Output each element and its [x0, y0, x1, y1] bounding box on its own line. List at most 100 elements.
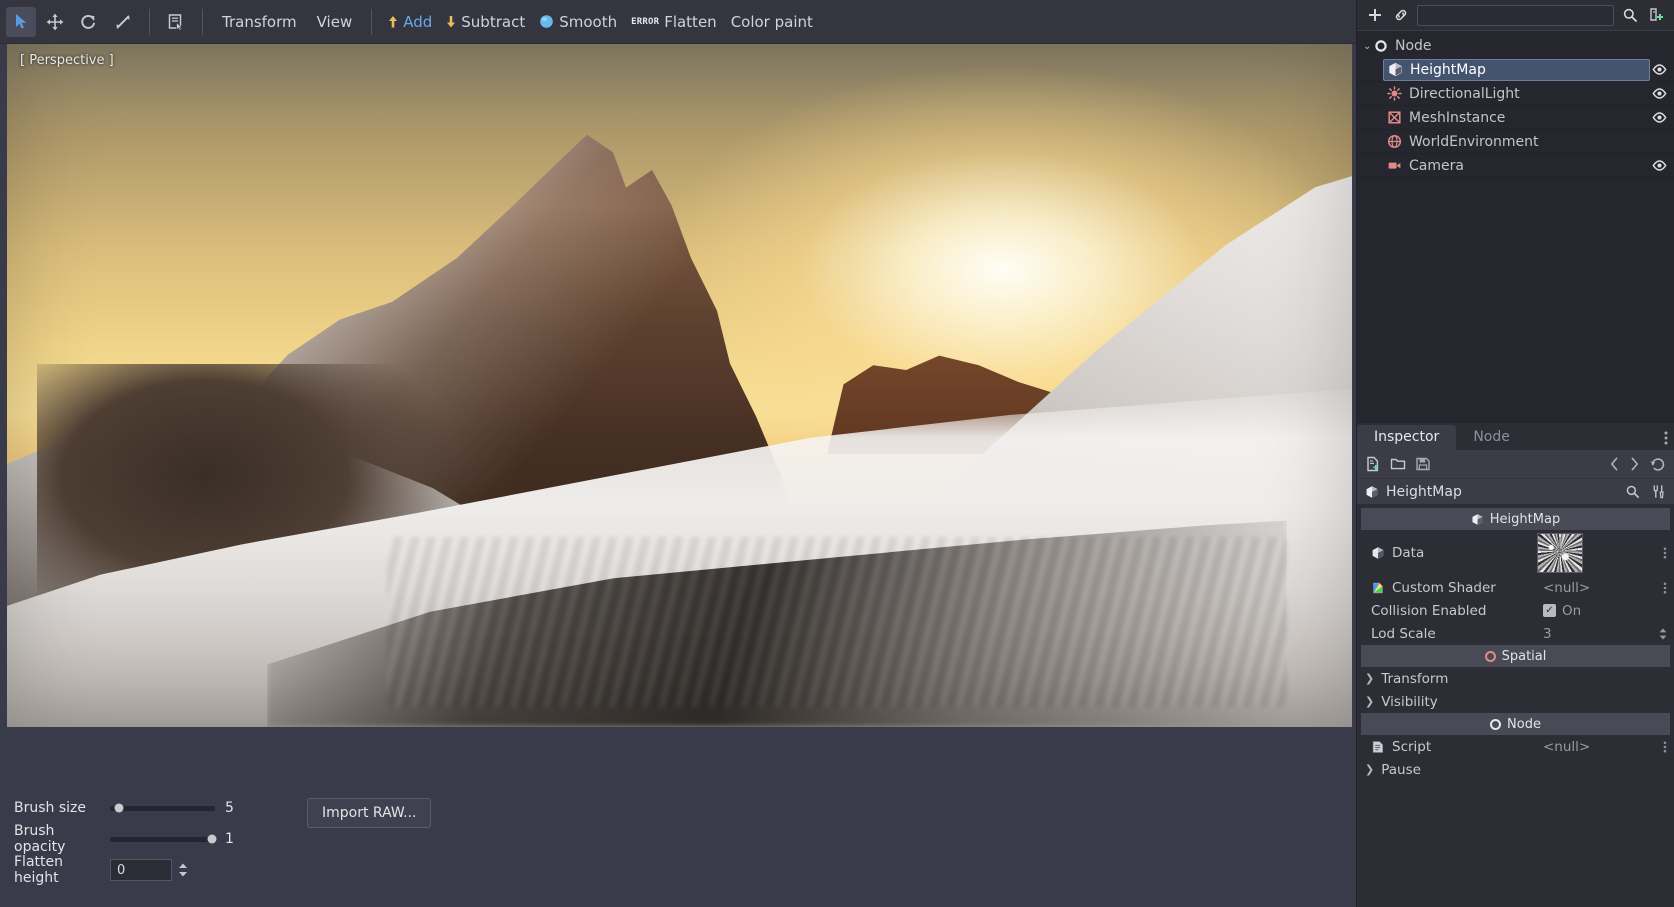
property-menu-custom-shader-icon[interactable] [1663, 582, 1667, 594]
menu-view[interactable]: View [307, 8, 363, 36]
tree-row-heightmap[interactable]: HeightMap [1357, 58, 1674, 82]
brush-mode-add[interactable]: Add [381, 8, 439, 36]
tab-inspector[interactable]: Inspector [1357, 425, 1457, 450]
toolbar-divider-2 [202, 8, 203, 35]
visibility-toggle-directionallight[interactable] [1650, 87, 1668, 100]
menu-transform[interactable]: Transform [212, 8, 307, 36]
spatial-cube-icon [1388, 62, 1403, 77]
flatten-height-stepper[interactable] [110, 859, 189, 881]
scene-filter-input[interactable] [1417, 4, 1614, 26]
fold-row-pause[interactable]: ❯ Pause [1357, 758, 1674, 781]
property-value-lod-scale[interactable]: 3 [1543, 626, 1552, 642]
spatial-circle-icon [1484, 650, 1496, 662]
search-icon[interactable] [1620, 5, 1640, 25]
import-raw-button[interactable]: Import RAW... [307, 798, 432, 828]
chevron-down-icon[interactable]: ⌄ [1363, 41, 1374, 52]
main-editor-column: Transform View Add Subtract Smooth ERROR… [0, 0, 1356, 907]
fold-row-transform[interactable]: ❯ Transform [1357, 667, 1674, 690]
tree-row-meshinstance-label: MeshInstance [1409, 109, 1506, 126]
viewport-vignette [7, 44, 1352, 727]
node-circle-icon [1490, 718, 1502, 730]
select-tool[interactable] [6, 6, 36, 37]
brush-opacity-slider[interactable] [110, 834, 217, 844]
history-revert-icon[interactable] [1650, 457, 1666, 472]
history-prev-icon[interactable] [1610, 457, 1619, 471]
list-select-icon[interactable] [161, 7, 191, 37]
visibility-toggle-camera[interactable] [1650, 159, 1668, 172]
chevron-right-icon[interactable]: ❯ [1365, 763, 1374, 776]
spinner-arrows-icon[interactable] [177, 862, 189, 878]
save-resource-icon[interactable] [1415, 456, 1431, 472]
brush-opacity-slider-knob[interactable] [207, 834, 217, 844]
tree-row-meshinstance[interactable]: MeshInstance [1357, 106, 1674, 130]
brush-mode-subtract-label: Subtract [461, 12, 526, 31]
vertical-dots-icon[interactable] [1664, 431, 1668, 445]
collision-enabled-checkbox[interactable]: ✓ [1543, 604, 1556, 617]
3d-viewport[interactable]: [ Perspective ] [7, 44, 1352, 727]
inspector-category-heightmap-label: HeightMap [1489, 511, 1561, 527]
viewport-container: [ Perspective ] [0, 44, 1356, 783]
brush-size-slider-knob[interactable] [114, 803, 124, 813]
chevron-right-icon[interactable]: ❯ [1365, 672, 1374, 685]
history-next-icon[interactable] [1630, 457, 1639, 471]
property-label-lod-scale: Lod Scale [1371, 625, 1436, 642]
fold-row-visibility[interactable]: ❯ Visibility [1357, 690, 1674, 713]
property-row-lod-scale[interactable]: Lod Scale 3 [1357, 622, 1674, 645]
brush-mode-flatten-label: Flatten [664, 12, 717, 31]
scale-tool[interactable] [108, 7, 138, 37]
brush-settings-rows: Brush size 5 Brush opacity 1 Flatten hei… [14, 797, 239, 907]
brush-mode-flatten[interactable]: ERROR Flatten [624, 8, 724, 36]
heightmap-data-thumbnail[interactable] [1537, 533, 1583, 573]
brush-size-row: Brush size 5 [14, 797, 239, 819]
brush-mode-smooth[interactable]: Smooth [532, 8, 624, 36]
flatten-height-input[interactable] [110, 859, 172, 881]
brush-opacity-value: 1 [225, 831, 234, 847]
tree-row-directionallight[interactable]: DirectionalLight [1357, 82, 1674, 106]
camera-icon [1387, 158, 1402, 173]
tree-row-worldenvironment[interactable]: WorldEnvironment [1357, 130, 1674, 154]
blue-sphere-icon [539, 14, 554, 29]
brush-mode-color-paint[interactable]: Color paint [724, 8, 820, 36]
property-row-data[interactable]: Data [1357, 530, 1674, 576]
open-resource-icon[interactable] [1390, 456, 1406, 472]
inspector-dock: Inspector Node HeightMap HeightMap Data … [1357, 423, 1674, 907]
tree-row-camera[interactable]: Camera [1357, 154, 1674, 178]
search-icon[interactable] [1625, 484, 1640, 499]
new-resource-icon[interactable] [1365, 456, 1381, 472]
object-tools-icon[interactable] [1651, 484, 1666, 499]
right-dock: ⌄ Node HeightMap DirectionalLight MeshIn… [1356, 0, 1674, 907]
inspector-category-spatial: Spatial [1361, 645, 1670, 667]
property-row-collision-enabled[interactable]: Collision Enabled ✓ On [1357, 599, 1674, 622]
property-row-custom-shader[interactable]: Custom Shader <null> [1357, 576, 1674, 599]
node-tree-options-icon[interactable] [1646, 5, 1666, 25]
property-label-script: Script [1392, 738, 1432, 755]
tab-node[interactable]: Node [1456, 425, 1527, 450]
chevron-right-icon[interactable]: ❯ [1365, 695, 1374, 708]
viewport-perspective-label: [ Perspective ] [20, 53, 114, 68]
scene-tree[interactable]: ⌄ Node HeightMap DirectionalLight MeshIn… [1357, 30, 1674, 423]
toolbar-divider [149, 8, 150, 35]
brush-mode-smooth-label: Smooth [559, 12, 618, 31]
property-row-script[interactable]: Script <null> [1357, 735, 1674, 758]
property-value-script[interactable]: <null> [1543, 739, 1590, 755]
property-label-data: Data [1392, 545, 1425, 561]
fold-row-transform-label: Transform [1381, 670, 1449, 687]
rotate-tool[interactable] [74, 7, 104, 37]
brush-size-slider[interactable] [110, 803, 215, 813]
property-value-collision-enabled: On [1562, 602, 1582, 619]
lod-scale-spinner-icon[interactable] [1658, 627, 1668, 641]
move-tool[interactable] [40, 7, 70, 37]
tree-row-root[interactable]: ⌄ Node [1357, 34, 1674, 58]
plus-icon[interactable] [1365, 5, 1385, 25]
brush-mode-subtract[interactable]: Subtract [439, 8, 532, 36]
terrain-brush-panel: Brush size 5 Brush opacity 1 Flatten hei… [0, 783, 1356, 907]
inspector-category-heightmap: HeightMap [1361, 508, 1670, 530]
property-value-custom-shader[interactable]: <null> [1543, 580, 1590, 596]
flatten-height-label: Flatten height [14, 854, 63, 886]
tree-row-heightmap-label: HeightMap [1410, 61, 1486, 78]
visibility-toggle-meshinstance[interactable] [1650, 111, 1668, 124]
visibility-toggle-heightmap[interactable] [1650, 63, 1668, 76]
property-menu-data-icon[interactable] [1663, 547, 1667, 559]
property-menu-script-icon[interactable] [1663, 741, 1667, 753]
link-chain-icon[interactable] [1391, 5, 1411, 25]
